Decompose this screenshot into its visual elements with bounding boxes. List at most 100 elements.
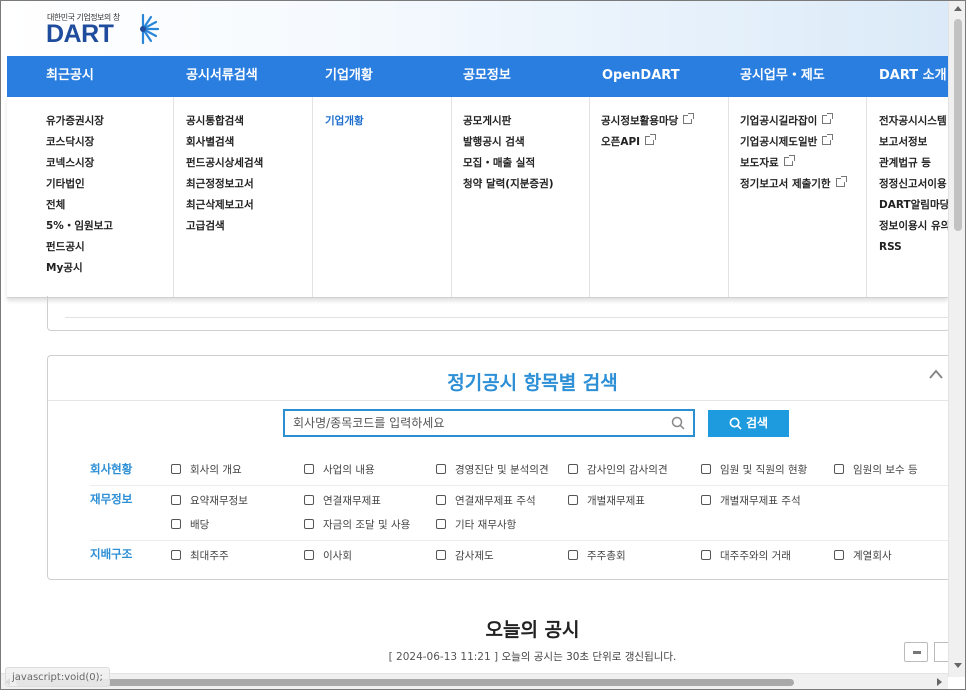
mega-col-offering: 공모게시판 발행공시 검색 모집・매출 실적 청약 달력(지분증권): [452, 97, 590, 297]
previous-panel-bottom: [47, 296, 950, 331]
nav-about-dart[interactable]: DART 소개: [879, 56, 947, 97]
checkbox-separate-fs[interactable]: 개별재무제표: [568, 493, 645, 508]
checkbox-box[interactable]: [171, 464, 181, 474]
checkbox-consolidated-fs[interactable]: 연결재무제표: [304, 493, 381, 508]
checkbox-box[interactable]: [171, 550, 181, 560]
chevron-up-icon[interactable]: [928, 368, 944, 380]
checkbox-box[interactable]: [568, 495, 578, 505]
checkbox-box[interactable]: [834, 550, 844, 560]
nav-opendart[interactable]: OpenDART: [602, 56, 680, 97]
menu-item-fund[interactable]: 펀드공시: [46, 240, 113, 261]
menu-item-fund-detail-search[interactable]: 펀드공시상세검색: [186, 156, 263, 177]
menu-item-disclosure-guide[interactable]: 기업공시길라잡이: [740, 113, 845, 135]
horizontal-scroll-thumb[interactable]: [16, 679, 794, 686]
vertical-scrollbar[interactable]: [948, 1, 965, 677]
menu-item-advanced-search[interactable]: 고급검색: [186, 219, 263, 240]
site-header: 대한민국 기업정보의 창 DART: [2, 1, 948, 56]
menu-item-related-laws[interactable]: 관계법규 등: [879, 156, 950, 177]
checkbox-largest-shareholder[interactable]: 최대주주: [171, 548, 229, 563]
menu-item-e-disclosure-system[interactable]: 전자공시시스템: [879, 114, 950, 135]
external-link-icon: [783, 155, 795, 166]
menu-item-subscription-calendar[interactable]: 청약 달력(지분증권): [463, 177, 554, 198]
menu-item-rss[interactable]: RSS: [879, 240, 950, 261]
menu-item-all[interactable]: 전체: [46, 198, 113, 219]
scroll-down-arrow-icon[interactable]: [954, 663, 962, 668]
side-panel-button[interactable]: [934, 642, 948, 662]
checkbox-officers-employees[interactable]: 임원 및 직원의 현황: [701, 462, 807, 477]
checkbox-box[interactable]: [304, 550, 314, 560]
menu-item-recent-deletions[interactable]: 최근삭제보고서: [186, 198, 263, 219]
checkbox-box[interactable]: [436, 550, 446, 560]
checkbox-audit-system[interactable]: 감사제도: [436, 548, 494, 563]
vertical-scroll-thumb[interactable]: [954, 19, 962, 231]
menu-item-usage-caution[interactable]: 정보이용시 유의: [879, 219, 950, 240]
checkbox-box[interactable]: [304, 519, 314, 529]
menu-item-other-corp[interactable]: 기타법인: [46, 177, 113, 198]
dart-logo[interactable]: DART: [46, 20, 114, 49]
nav-company-overview[interactable]: 기업개황: [325, 56, 373, 97]
divider: [48, 400, 951, 401]
checkbox-box[interactable]: [436, 495, 446, 505]
scroll-right-arrow-icon[interactable]: [937, 678, 942, 686]
checkbox-box[interactable]: [568, 550, 578, 560]
menu-item-recent-corrections[interactable]: 최근정정보고서: [186, 177, 263, 198]
nav-document-search[interactable]: 공시서류검색: [186, 56, 258, 97]
checkbox-fund-raising[interactable]: 자금의 조달 및 사용: [304, 517, 410, 532]
search-button[interactable]: 검색: [708, 410, 789, 437]
checkbox-box[interactable]: [304, 495, 314, 505]
checkbox-dividend[interactable]: 배당: [171, 517, 209, 532]
company-search-input[interactable]: 회사명/종목코드를 입력하세요: [283, 409, 695, 437]
checkbox-box[interactable]: [701, 550, 711, 560]
menu-item-offering-results[interactable]: 모집・매출 실적: [463, 156, 554, 177]
checkbox-box[interactable]: [171, 519, 181, 529]
checkbox-label: 경영진단 및 분석의견: [455, 464, 549, 476]
nav-public-offering[interactable]: 공모정보: [463, 56, 511, 97]
menu-item-info-utilization[interactable]: 공시정보활용마당: [601, 113, 695, 135]
checkbox-company-overview[interactable]: 회사의 개요: [171, 462, 242, 477]
checkbox-officer-compensation[interactable]: 임원의 보수 등: [834, 462, 918, 477]
menu-item-offering-board[interactable]: 공모게시판: [463, 114, 554, 135]
menu-item-press-release[interactable]: 보도자료: [740, 155, 845, 177]
menu-item-company-search[interactable]: 회사별검색: [186, 135, 263, 156]
checkbox-box[interactable]: [304, 464, 314, 474]
checkbox-box[interactable]: [701, 464, 711, 474]
checkbox-separate-fs-notes[interactable]: 개별재무제표 주석: [701, 493, 801, 508]
menu-item-company-overview[interactable]: 기업개황: [325, 114, 364, 135]
checkbox-auditor-opinion[interactable]: 감사인의 감사의견: [568, 462, 668, 477]
checkbox-box[interactable]: [436, 464, 446, 474]
checkbox-affiliates[interactable]: 계열회사: [834, 548, 892, 563]
checkbox-box[interactable]: [568, 464, 578, 474]
menu-item-integrated-search[interactable]: 공시통합검색: [186, 114, 263, 135]
minimize-button[interactable]: [904, 642, 928, 662]
menu-item-my[interactable]: My공시: [46, 261, 113, 282]
horizontal-scrollbar[interactable]: [1, 673, 948, 689]
checkbox-box[interactable]: [701, 495, 711, 505]
menu-item-report-info[interactable]: 보고서정보: [879, 135, 950, 156]
scroll-up-arrow-icon[interactable]: [954, 6, 962, 11]
menu-item-issue-search[interactable]: 발행공시 검색: [463, 135, 554, 156]
checkbox-other-financial[interactable]: 기타 재무사항: [436, 517, 516, 532]
checkbox-major-shareholder-transactions[interactable]: 대주주와의 거래: [701, 548, 791, 563]
checkbox-box[interactable]: [171, 495, 181, 505]
divider: [90, 540, 951, 541]
menu-item-dart-notice[interactable]: DART알림마당: [879, 198, 950, 219]
menu-item-correction-usage[interactable]: 정정신고서이용: [879, 177, 950, 198]
checkbox-shareholders-meeting[interactable]: 주주총회: [568, 548, 626, 563]
menu-item-konex[interactable]: 코넥스시장: [46, 156, 113, 177]
menu-item-open-api[interactable]: 오픈API: [601, 134, 692, 156]
checkbox-business-content[interactable]: 사업의 내용: [304, 462, 375, 477]
menu-item-disclosure-general[interactable]: 기업공시제도일반: [740, 134, 845, 156]
checkbox-board[interactable]: 이사회: [304, 548, 352, 563]
checkbox-box[interactable]: [834, 464, 844, 474]
menu-item-kosdaq[interactable]: 코스닥시장: [46, 135, 113, 156]
nav-recent-disclosure[interactable]: 최근공시: [46, 56, 94, 97]
checkbox-summary-financial[interactable]: 요약재무정보: [171, 493, 248, 508]
menu-item-report-deadline[interactable]: 정기보고서 제출기한: [740, 176, 847, 198]
nav-disclosure-system[interactable]: 공시업무・제도: [740, 56, 825, 97]
checkbox-management-analysis[interactable]: 경영진단 및 분석의견: [436, 462, 549, 477]
checkbox-consolidated-fs-notes[interactable]: 연결재무제표 주석: [436, 493, 536, 508]
menu-item-five-percent[interactable]: 5%・임원보고: [46, 219, 113, 240]
status-bar-url: javascript:void(0);: [5, 667, 110, 687]
menu-item-kospi[interactable]: 유가증권시장: [46, 114, 113, 135]
checkbox-box[interactable]: [436, 519, 446, 529]
